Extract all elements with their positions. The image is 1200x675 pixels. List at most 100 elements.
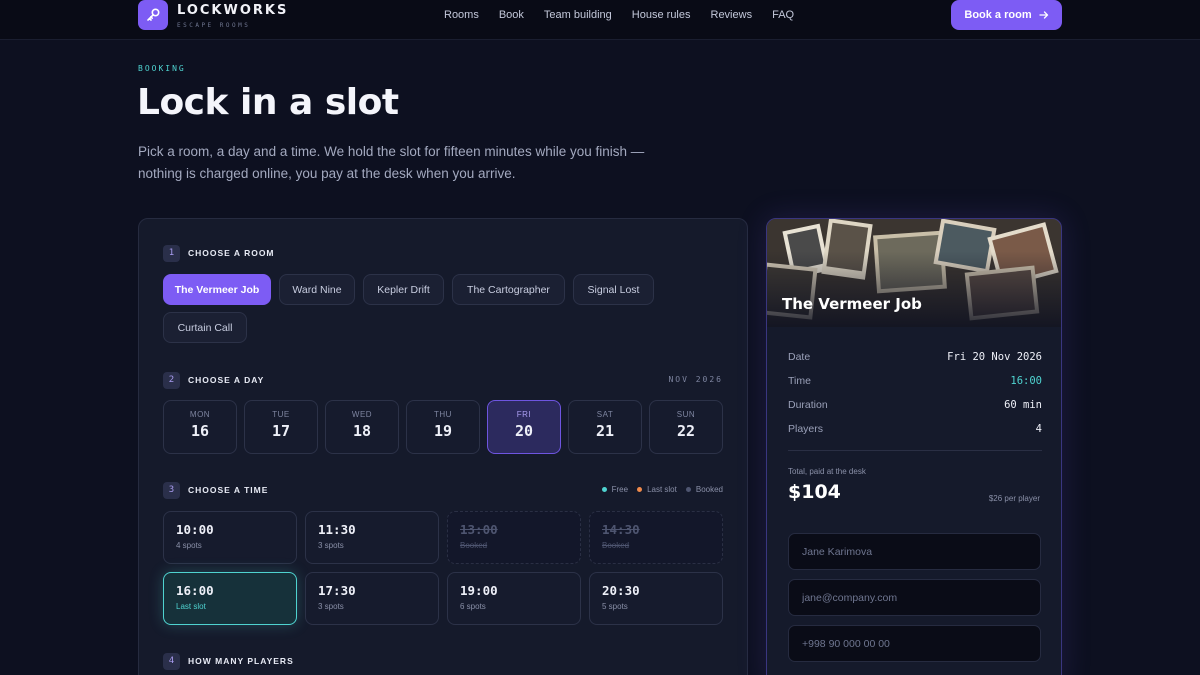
per-player-price: $26 per player [988, 494, 1040, 503]
slot-status: Booked [602, 541, 630, 550]
section-eyebrow: BOOKING [138, 64, 186, 73]
day-card-20[interactable]: FRI 20 [487, 400, 561, 454]
room-chip-curtain-call[interactable]: Curtain Call [163, 312, 247, 343]
name-field[interactable] [788, 533, 1041, 570]
step-number: 1 [163, 244, 180, 262]
free-dot-icon [601, 487, 607, 492]
slot-time: 20:30 [602, 583, 640, 598]
slot-status: Booked [460, 541, 488, 550]
slot-time: 16:00 [176, 583, 214, 598]
time-slot-13-00: 13:00 Booked [447, 511, 581, 564]
slot-time: 14:30 [602, 522, 640, 537]
step-label: CHOOSE A DAY [188, 375, 265, 385]
nav-link-reviews[interactable]: Reviews [711, 9, 753, 21]
availability-legend: Free Last slot Booked [593, 485, 723, 494]
day-number: 16 [190, 422, 210, 440]
total-label: Total, paid at the desk [788, 467, 866, 476]
slot-status: 3 spots [318, 541, 344, 550]
slot-time: 17:30 [318, 583, 356, 598]
day-name: MON [189, 410, 211, 419]
step-choose-room: 1 CHOOSE A ROOM [163, 244, 275, 262]
room-chip-signal-lost[interactable]: Signal Lost [573, 274, 654, 305]
book-room-label: Book a room [964, 9, 1032, 21]
phone-field[interactable] [788, 625, 1041, 662]
room-chip-the-cartographer[interactable]: The Cartographer [452, 274, 565, 305]
month-label: NOV 2026 [668, 375, 723, 384]
arrow-right-icon [1038, 11, 1049, 19]
row-key: Date [788, 351, 811, 363]
day-number: 17 [271, 422, 291, 440]
step-label: HOW MANY PLAYERS [188, 656, 294, 666]
day-number: 21 [595, 422, 615, 440]
brand-tagline: ESCAPE ROOMS [177, 22, 251, 29]
day-number: 19 [433, 422, 453, 440]
time-slot-20-30[interactable]: 20:30 5 spots [589, 572, 723, 625]
day-number: 22 [676, 422, 696, 440]
day-name: THU [434, 410, 452, 419]
day-name: SUN [676, 410, 696, 419]
step-how-many-players: 4 HOW MANY PLAYERS [163, 652, 294, 670]
slot-status: 3 spots [318, 602, 344, 611]
day-card-21[interactable]: SAT 21 [568, 400, 642, 454]
row-value: 4 [1035, 423, 1042, 435]
summary-row-date: Date Fri 20 Nov 2026 [788, 351, 1042, 363]
day-card-18[interactable]: WED 18 [325, 400, 399, 454]
last-slot-dot-icon [637, 487, 643, 492]
booked-dot-icon [685, 487, 691, 492]
day-card-16[interactable]: MON 16 [163, 400, 237, 454]
summary-row-duration: Duration 60 min [788, 399, 1042, 411]
row-value: 16:00 [1010, 375, 1042, 387]
key-icon[interactable] [138, 0, 168, 30]
nav-link-rooms[interactable]: Rooms [444, 9, 479, 21]
step-label: CHOOSE A ROOM [188, 248, 275, 258]
nav-link-team-building[interactable]: Team building [544, 9, 612, 21]
step-number: 2 [163, 371, 180, 389]
time-slot-17-30[interactable]: 17:30 3 spots [305, 572, 439, 625]
room-chip-ward-nine[interactable]: Ward Nine [279, 274, 355, 305]
booking-summary-card: The Vermeer Job Date Fri 20 Nov 2026 Tim… [766, 218, 1062, 675]
slot-status: 6 spots [460, 602, 486, 611]
day-name: SAT [596, 410, 614, 419]
time-slot-10-00[interactable]: 10:00 4 spots [163, 511, 297, 564]
slot-time: 11:30 [318, 522, 356, 537]
intro-text: Pick a room, a day and a time. We hold t… [138, 144, 645, 181]
day-name: FRI [516, 410, 532, 419]
legend-label: Last slot [647, 485, 677, 494]
legend-label: Free [611, 485, 629, 494]
row-key: Players [788, 423, 824, 435]
nav-link-house-rules[interactable]: House rules [632, 9, 691, 21]
day-name: TUE [272, 410, 290, 419]
time-slot-14-30: 14:30 Booked [589, 511, 723, 564]
legend-label: Booked [695, 485, 723, 494]
book-room-button[interactable]: Book a room [951, 0, 1062, 30]
row-key: Duration [788, 399, 828, 411]
room-chip-kepler-drift[interactable]: Kepler Drift [363, 274, 444, 305]
room-chip-the-vermeer-job[interactable]: The Vermeer Job [163, 274, 271, 305]
row-value: Fri 20 Nov 2026 [947, 351, 1042, 363]
time-slot-16-00[interactable]: 16:00 Last slot [163, 572, 297, 625]
divider [788, 450, 1042, 451]
total-price: $104 [788, 481, 841, 503]
email-field[interactable] [788, 579, 1041, 616]
slot-time: 13:00 [460, 522, 498, 537]
day-card-19[interactable]: THU 19 [406, 400, 480, 454]
nav-link-book[interactable]: Book [499, 9, 524, 21]
time-slot-11-30[interactable]: 11:30 3 spots [305, 511, 439, 564]
nav-link-faq[interactable]: FAQ [772, 9, 794, 21]
row-key: Time [788, 375, 811, 387]
step-choose-day: 2 CHOOSE A DAY [163, 371, 265, 389]
summary-row-time: Time 16:00 [788, 375, 1042, 387]
slot-status: 5 spots [602, 602, 628, 611]
slot-status: Last slot [176, 602, 206, 611]
slot-time: 19:00 [460, 583, 498, 598]
day-name: WED [351, 410, 373, 419]
step-choose-time: 3 CHOOSE A TIME [163, 481, 269, 499]
slot-status: 4 spots [176, 541, 202, 550]
day-card-17[interactable]: TUE 17 [244, 400, 318, 454]
day-card-22[interactable]: SUN 22 [649, 400, 723, 454]
brand-name[interactable]: LOCKWORKS [177, 3, 288, 18]
time-slot-19-00[interactable]: 19:00 6 spots [447, 572, 581, 625]
page-title: Lock in a slot [137, 82, 399, 123]
step-number: 4 [163, 652, 180, 670]
step-label: CHOOSE A TIME [188, 485, 269, 495]
